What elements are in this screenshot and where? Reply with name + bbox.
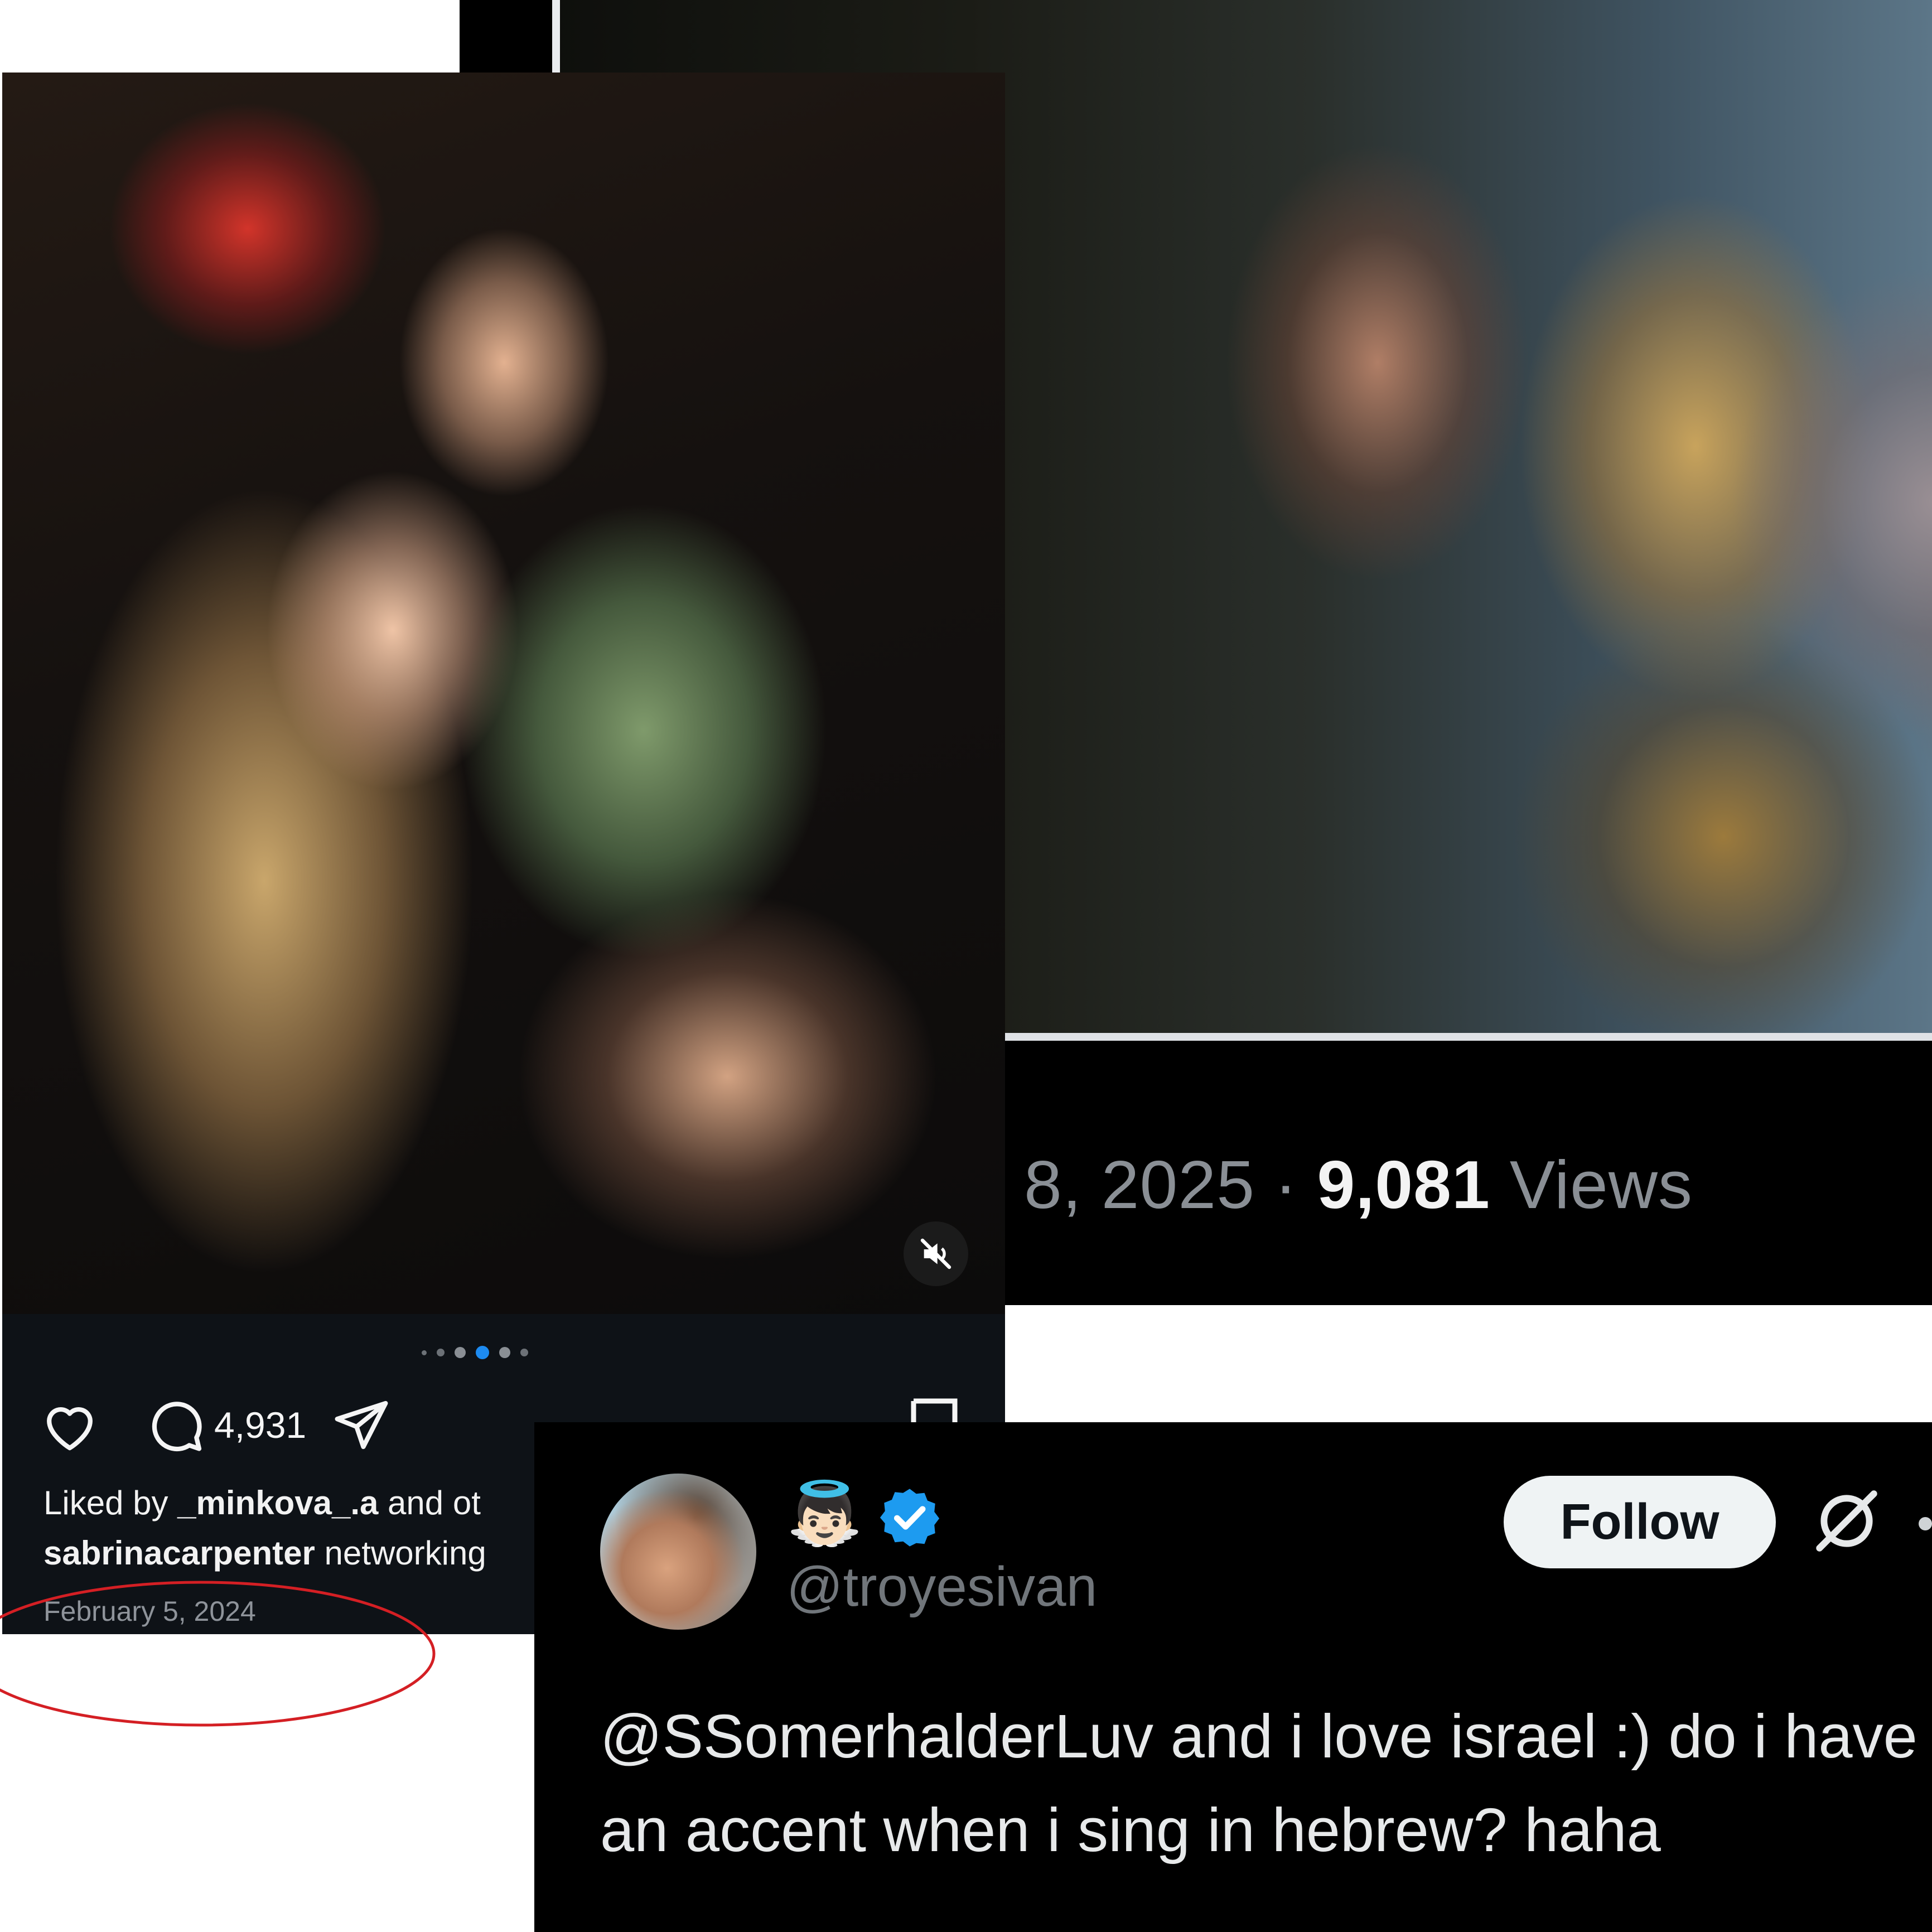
liked-by-prefix: Liked by [44, 1484, 178, 1522]
meta-separator: · [1274, 1147, 1298, 1223]
carousel-dot [437, 1349, 445, 1356]
more-options-icon[interactable] [1919, 1517, 1932, 1530]
x-post-views-count: 9,081 [1317, 1147, 1490, 1223]
comment-icon [152, 1402, 202, 1452]
instagram-action-bar: 4,931 [39, 1394, 392, 1456]
liked-by-user[interactable]: _minkova_.a [177, 1484, 378, 1522]
mute-icon [920, 1238, 951, 1269]
x-post-top-bar [460, 0, 552, 74]
verified-badge-icon[interactable] [877, 1485, 943, 1551]
share-icon [335, 1400, 388, 1450]
carousel-dot [520, 1349, 528, 1356]
carousel-dot [499, 1347, 510, 1358]
red-circle-annotation [0, 1581, 436, 1727]
liked-by-suffix: and ot [378, 1484, 481, 1522]
comment-count: 4,931 [214, 1404, 307, 1446]
x-post-meta: 8, 2025 · 9,081 Views [1024, 1146, 1693, 1224]
mute-button[interactable] [904, 1221, 968, 1286]
like-button[interactable] [39, 1394, 100, 1456]
display-name-emoji: 👼🏻 [786, 1479, 863, 1548]
x-post-date[interactable]: 8, 2025 [1024, 1147, 1255, 1223]
avatar[interactable] [600, 1474, 756, 1630]
user-handle[interactable]: @troyesivan [786, 1555, 1097, 1619]
x-post-photo-bottom-edge [1004, 1033, 1932, 1041]
caption-text: networking [315, 1534, 486, 1572]
post-caption: sabrinacarpenter networking [44, 1534, 534, 1572]
tweet-text: @SSomerhalderLuv and i love israel :) do… [600, 1702, 1917, 1865]
comment-button[interactable] [145, 1394, 206, 1456]
liked-by-line: Liked by _minkova_.a and ot [44, 1484, 534, 1522]
x-post-views-label: Views [1509, 1147, 1693, 1223]
heart-icon [47, 1407, 93, 1451]
instagram-post-photo[interactable] [2, 73, 1005, 1314]
share-button[interactable] [331, 1394, 392, 1456]
caption-username[interactable]: sabrinacarpenter [44, 1534, 315, 1572]
carousel-dot [422, 1350, 427, 1355]
carousel-dot-active [476, 1346, 489, 1359]
follow-button[interactable]: Follow [1504, 1476, 1776, 1568]
grok-icon[interactable] [1810, 1485, 1883, 1557]
carousel-dot [455, 1347, 466, 1358]
carousel-indicator [422, 1344, 528, 1361]
